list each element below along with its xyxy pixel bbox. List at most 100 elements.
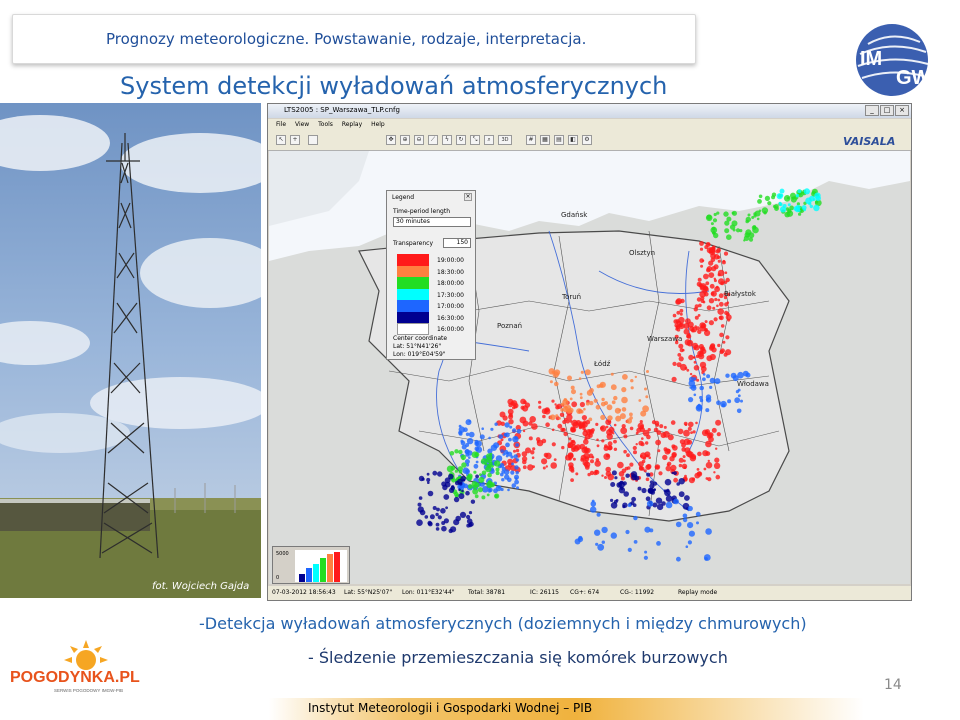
settings-icon[interactable]: ⚙ <box>582 135 592 145</box>
lightning-strike <box>570 385 575 390</box>
page-number: 14 <box>884 677 902 693</box>
menu-replay[interactable]: Replay <box>342 121 362 128</box>
lightning-strike <box>693 365 700 371</box>
legend-close-button[interactable]: × <box>464 193 472 201</box>
lightning-strike <box>504 474 510 480</box>
menu-tools[interactable]: Tools <box>318 121 333 128</box>
lightning-strike <box>590 501 597 507</box>
legend-swatch <box>397 323 429 335</box>
lightning-strike <box>786 210 794 217</box>
lightning-strike <box>538 400 542 404</box>
transparency-input[interactable]: 150 <box>443 238 471 248</box>
lightning-strike <box>645 464 651 471</box>
lightning-strike <box>437 515 442 520</box>
lightning-icon[interactable]: ϟ <box>442 135 452 145</box>
lightning-strike <box>567 375 572 381</box>
lightning-strike <box>641 437 644 440</box>
zoom-in-icon[interactable]: ⊕ <box>400 135 410 145</box>
lightning-strike <box>466 523 471 528</box>
arrow-tool-icon[interactable]: ↖ <box>276 135 286 145</box>
lightning-strike <box>709 377 716 384</box>
lightning-strike <box>416 519 423 526</box>
lightning-strike <box>716 304 719 308</box>
lightning-strike <box>569 397 573 401</box>
lightning-strike <box>683 421 688 426</box>
lightning-strike <box>808 202 812 206</box>
time-slider[interactable] <box>308 135 318 145</box>
lightning-strike <box>663 489 667 493</box>
lightning-strike <box>646 472 651 477</box>
legend-icon[interactable]: ▤ <box>554 135 564 145</box>
menu-help[interactable]: Help <box>371 121 385 128</box>
pan-tool-icon[interactable]: ✥ <box>386 135 396 145</box>
lightning-strike <box>549 380 553 384</box>
lightning-strike <box>553 458 557 461</box>
legend-time-label: 17:30:00 <box>437 291 464 299</box>
legend-swatch <box>397 311 429 323</box>
legend-scale-row: 16:30:00 <box>395 311 473 323</box>
map-label-olsztyn: Olsztyn <box>629 249 655 257</box>
lightning-strike <box>737 394 741 398</box>
lightning-strike <box>584 465 590 470</box>
lightning-strike <box>705 451 711 456</box>
lightning-strike <box>714 378 721 385</box>
zoom-out-icon[interactable]: ⊖ <box>414 135 424 145</box>
lightning-strike <box>536 440 540 443</box>
3d-button[interactable]: 3D <box>498 135 512 145</box>
legend-scale-row: 19:00:00 <box>395 254 473 266</box>
lightning-strike <box>684 447 691 454</box>
maximize-button[interactable]: □ <box>880 105 894 116</box>
lightning-strike <box>656 541 661 546</box>
lightning-strike <box>545 465 548 468</box>
imgw-logo: IM GW <box>856 24 931 96</box>
menu-file[interactable]: File <box>276 121 286 128</box>
lightning-strike <box>627 547 632 552</box>
lightning-strike <box>606 453 610 458</box>
lightning-strike <box>713 462 721 469</box>
status-datetime: 07-03-2012 18:56:43 <box>272 589 336 596</box>
menu-view[interactable]: View <box>295 121 309 128</box>
lightning-strike <box>795 193 800 198</box>
measure-icon[interactable]: ⟋ <box>428 135 438 145</box>
colors-icon[interactable]: ◧ <box>568 135 578 145</box>
zoom-tool-icon[interactable]: + <box>290 135 300 145</box>
lightning-strike <box>538 405 542 409</box>
lightning-strike <box>575 472 579 476</box>
lightning-strike <box>734 397 741 404</box>
lightning-strike <box>645 477 650 482</box>
lightning-strike <box>689 455 697 462</box>
lightning-strike <box>725 312 730 316</box>
layers-icon[interactable]: ▦ <box>540 135 550 145</box>
close-button[interactable]: × <box>895 105 909 116</box>
lightning-strike <box>644 387 647 391</box>
lightning-strike <box>589 400 594 406</box>
lightning-strike <box>501 470 505 474</box>
lightning-strike <box>596 512 601 517</box>
lightning-strike <box>712 306 716 310</box>
lightning-strike <box>562 419 567 425</box>
search-icon[interactable]: ⌕ <box>484 135 494 145</box>
lightning-strike <box>600 401 606 407</box>
ruler-icon[interactable]: ⤡ <box>470 135 480 145</box>
lightning-map[interactable]: Gdańsk Olsztyn Białystok Toruń Poznań Wa… <box>269 151 910 584</box>
lightning-strike <box>648 456 651 460</box>
lightning-strike <box>494 460 501 467</box>
lightning-strike <box>568 437 572 441</box>
lightning-strike <box>511 428 517 433</box>
lightning-strike <box>629 412 633 417</box>
lightning-strike <box>449 451 455 456</box>
time-period-select[interactable]: 30 minutes <box>393 217 471 227</box>
lightning-strike <box>700 264 704 268</box>
minimize-button[interactable]: _ <box>865 105 879 116</box>
grid-icon[interactable]: # <box>526 135 536 145</box>
lightning-strike <box>672 313 677 318</box>
lightning-strike <box>418 496 423 500</box>
lightning-strike <box>610 384 617 391</box>
lightning-strike <box>549 414 556 421</box>
lightning-strike <box>576 408 582 414</box>
lightning-strike <box>682 517 688 523</box>
refresh-icon[interactable]: ↻ <box>456 135 466 145</box>
lightning-strike <box>571 401 578 408</box>
lightning-strike <box>578 377 582 380</box>
lightning-strike <box>723 280 728 284</box>
